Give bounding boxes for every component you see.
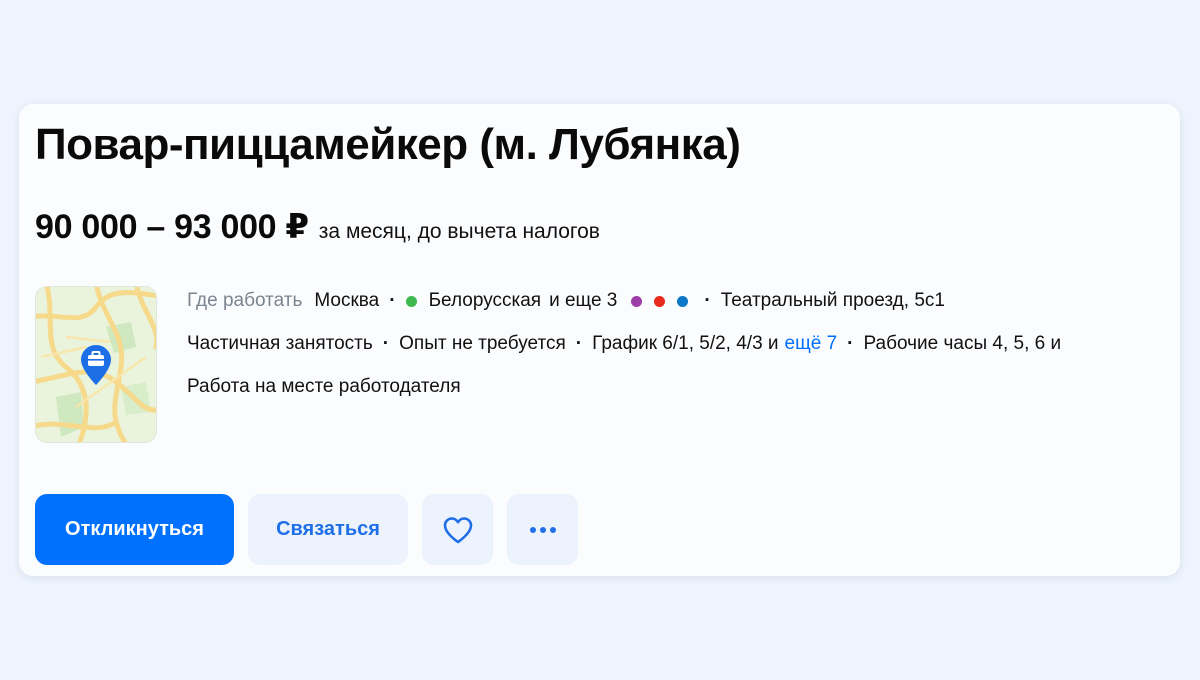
- respond-button[interactable]: Откликнуться: [35, 494, 234, 565]
- vacancy-card: Повар-пиццамейкер (м. Лубянка) 90 000 – …: [19, 104, 1180, 576]
- separator-dot: ·: [847, 333, 854, 354]
- schedule: График 6/1, 5/2, 4/3 и: [592, 333, 779, 354]
- separator-dot: ·: [382, 333, 390, 354]
- separator-dot: ·: [575, 333, 583, 354]
- employment-type: Частичная занятость: [187, 333, 373, 354]
- separator-dot: ·: [704, 290, 711, 311]
- work-format-line: Работа на месте работодателя: [187, 373, 1180, 401]
- metro-line-icon: [654, 295, 666, 307]
- city: Москва: [314, 290, 380, 311]
- experience: Опыт не требуется: [399, 333, 566, 354]
- vacancy-title: Повар-пиццамейкер (м. Лубянка): [35, 120, 741, 169]
- salary-block: 90 000 – 93 000 ₽ за месяц, до вычета на…: [35, 207, 600, 247]
- workplace-pin-icon: [81, 345, 111, 385]
- address: Театральный проезд, 5с1: [720, 290, 945, 311]
- more-stations-text[interactable]: и еще 3: [549, 287, 617, 315]
- contact-button[interactable]: Связаться: [248, 494, 408, 565]
- location-label: Где работать: [187, 290, 303, 311]
- working-hours: Рабочие часы 4, 5, 6 и: [863, 333, 1062, 354]
- more-options-button[interactable]: [507, 494, 578, 565]
- location-map-thumbnail[interactable]: [35, 286, 157, 443]
- salary-note: за месяц, до вычета налогов: [318, 220, 600, 243]
- separator-dot: ·: [389, 290, 396, 311]
- metro-station: Белорусская: [428, 290, 542, 311]
- location-line: Где работать Москва · Белорусская и еще …: [187, 287, 1180, 315]
- salary-amount: 90 000 – 93 000 ₽: [35, 208, 309, 246]
- vacancy-details: Где работать Москва · Белорусская и еще …: [187, 287, 1180, 416]
- metro-line-icon: [405, 295, 417, 307]
- work-format: Работа на месте работодателя: [187, 376, 461, 397]
- more-stations-dots: [631, 295, 689, 307]
- more-dots-icon: [529, 526, 556, 533]
- schedule-more-link[interactable]: ещё 7: [785, 330, 838, 358]
- metro-line-icon: [677, 295, 689, 307]
- heart-icon: [443, 516, 472, 543]
- action-buttons: Откликнуться Связаться: [35, 494, 578, 565]
- conditions-line: Частичная занятость · Опыт не требуется …: [187, 330, 1180, 358]
- favorite-button[interactable]: [422, 494, 493, 565]
- metro-line-icon: [631, 295, 643, 307]
